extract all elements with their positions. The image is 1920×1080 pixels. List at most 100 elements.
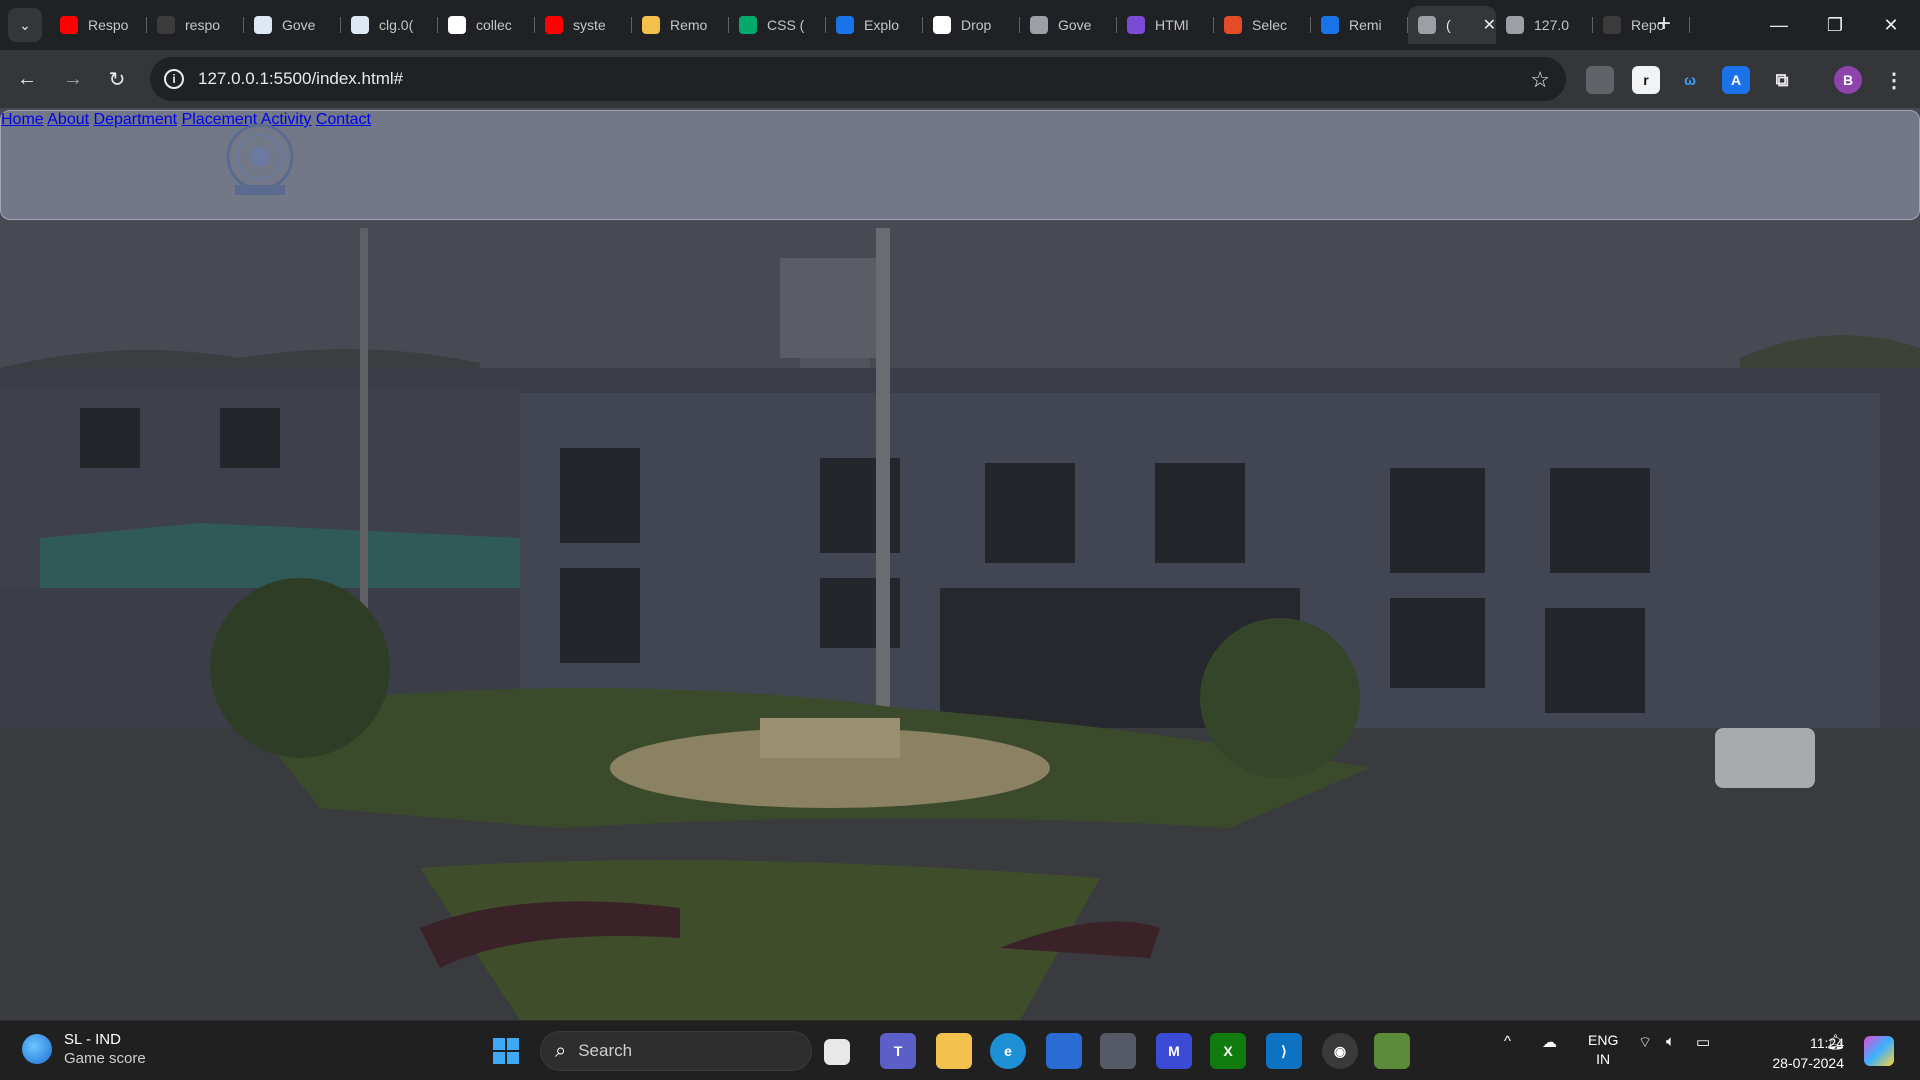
browser-tab[interactable]: collec	[438, 6, 535, 44]
tab-title: CSS (	[767, 17, 805, 33]
task-view-icon[interactable]	[824, 1039, 850, 1065]
browser-tab[interactable]: Gove	[1020, 6, 1117, 44]
teams-icon[interactable]: T	[880, 1033, 916, 1069]
file-explorer-icon[interactable]	[936, 1033, 972, 1069]
chrome-icon[interactable]: ◉	[1322, 1033, 1358, 1069]
tray-chevron-icon[interactable]: ^	[1504, 1033, 1511, 1050]
copilot-icon[interactable]	[1864, 1036, 1894, 1066]
tab-title: Explo	[864, 17, 900, 33]
extension-w-icon[interactable]: ω	[1676, 66, 1704, 94]
browser-tab[interactable]: Drop	[923, 6, 1020, 44]
browser-tab[interactable]: Selec	[1214, 6, 1311, 44]
browser-tab[interactable]: HTMl	[1117, 6, 1214, 44]
widget-title: SL - IND	[64, 1031, 121, 1048]
openai-icon	[933, 16, 951, 34]
browser-tab[interactable]: CSS (	[729, 6, 826, 44]
browser-tab[interactable]: Remo	[632, 6, 729, 44]
github-icon	[157, 16, 175, 34]
browser-tab[interactable]: 127.0	[1496, 6, 1593, 44]
bookmark-star-icon[interactable]: ☆	[1530, 67, 1550, 93]
extension-translate-icon[interactable]: A	[1722, 66, 1750, 94]
reload-button[interactable]: ↻	[100, 62, 134, 96]
browser-tab[interactable]: Gove	[244, 6, 341, 44]
tab-title: Respo	[88, 17, 129, 33]
globe-icon	[1418, 16, 1436, 34]
menu-kebab-icon[interactable]: ⋮	[1880, 66, 1908, 94]
clock-date: 28-07-2024	[1772, 1055, 1844, 1071]
store-icon[interactable]	[1046, 1033, 1082, 1069]
w3-icon	[739, 16, 757, 34]
tab-strip: ⌄ Respo respo Gove clg.0( collec syste Remo CSS…	[0, 0, 1920, 50]
language-top: ENG	[1588, 1032, 1619, 1048]
browser-tab[interactable]: (✕	[1408, 6, 1496, 44]
tab-title: 127.0	[1534, 17, 1570, 33]
nav-home-link[interactable]: Home	[1, 111, 44, 128]
tab-title: respo	[185, 17, 221, 33]
forward-button[interactable]: →	[56, 62, 90, 96]
page-icon	[351, 16, 369, 34]
tab-title: Gove	[1058, 17, 1092, 33]
search-label: Search	[578, 1041, 633, 1060]
volume-icon[interactable]: 🔈︎	[1666, 1033, 1675, 1050]
notes-icon	[642, 16, 660, 34]
browser-tab[interactable]: Explo	[826, 6, 923, 44]
tab-title: Remi	[1349, 17, 1382, 33]
tab-title: Drop	[961, 17, 992, 33]
profile-avatar[interactable]: B	[1834, 66, 1862, 94]
page-viewport: Home About Department Placement Activity…	[0, 108, 1920, 1020]
browser-tab[interactable]: Remi	[1311, 6, 1408, 44]
tab-list: Respo respo Gove clg.0( collec syste Remo CSS (…	[50, 6, 1690, 44]
edge-icon[interactable]: e	[990, 1033, 1026, 1069]
circle-c-icon	[836, 16, 854, 34]
battery-icon[interactable]: ▭	[1696, 1033, 1710, 1051]
vscode-icon[interactable]: ⟩	[1266, 1033, 1302, 1069]
taskbar-search[interactable]: ⌕ Search	[540, 1031, 812, 1071]
globe-icon	[1506, 16, 1524, 34]
nav-department-link[interactable]: Department	[94, 111, 178, 128]
site-info-icon[interactable]: i	[164, 69, 184, 89]
start-button[interactable]	[488, 1033, 524, 1069]
nav-about-link[interactable]: About	[47, 111, 89, 128]
browser-tab[interactable]: Respo	[50, 6, 147, 44]
xbox-icon[interactable]: X	[1210, 1033, 1246, 1069]
college-logo[interactable]	[223, 119, 297, 201]
youtube-icon	[60, 16, 78, 34]
cricket-icon	[22, 1034, 52, 1064]
search-icon: ⌕	[555, 1039, 567, 1062]
address-bar[interactable]: i 127.0.0.1:5500/index.html# ☆	[150, 57, 1566, 101]
chevron-down-icon: ⌄	[19, 16, 31, 33]
tab-close-icon[interactable]: ✕	[1483, 15, 1496, 35]
tab-title: clg.0(	[379, 17, 414, 33]
new-tab-button[interactable]: +	[1650, 10, 1678, 38]
onedrive-icon[interactable]: ☁	[1542, 1033, 1557, 1051]
flag-icon	[1321, 16, 1339, 34]
extensions-puzzle-icon[interactable]: ⧉	[1768, 66, 1796, 94]
extension-puzzle-photo-icon[interactable]	[1586, 66, 1614, 94]
back-button[interactable]: ←	[10, 62, 44, 96]
weather-widget[interactable]: SL - IND Game score	[22, 1031, 146, 1067]
globe-icon	[1030, 16, 1048, 34]
tab-title: HTMl	[1155, 17, 1189, 33]
restore-button[interactable]: ❐	[1806, 0, 1864, 50]
tab-search-button[interactable]: ⌄	[8, 8, 42, 42]
reload-icon: ↻	[108, 68, 126, 91]
windows-logo-icon	[493, 1038, 519, 1064]
google-icon	[448, 16, 466, 34]
minimize-button[interactable]: —	[1750, 0, 1808, 50]
app-cube-icon[interactable]	[1100, 1033, 1136, 1069]
browser-tab[interactable]: clg.0(	[341, 6, 438, 44]
wifi-icon[interactable]: ⌔	[1638, 1033, 1652, 1052]
notification-bell-icon[interactable]: 🔔︎	[1826, 1033, 1845, 1051]
browser-tab[interactable]: syste	[535, 6, 632, 44]
url-text[interactable]: 127.0.0.1:5500/index.html#	[198, 69, 403, 89]
language-indicator[interactable]: ENG IN	[1588, 1031, 1618, 1069]
arrow-right-icon: →	[63, 67, 83, 90]
extension-r-icon[interactable]: r	[1632, 66, 1660, 94]
nav-contact-link[interactable]: Contact	[316, 111, 371, 128]
app-m-icon[interactable]: M	[1156, 1033, 1192, 1069]
tab-title: Gove	[282, 17, 316, 33]
app-paint-icon[interactable]	[1374, 1033, 1410, 1069]
browser-tab[interactable]: respo	[147, 6, 244, 44]
youtube-icon	[545, 16, 563, 34]
close-window-button[interactable]: ✕	[1862, 0, 1920, 50]
